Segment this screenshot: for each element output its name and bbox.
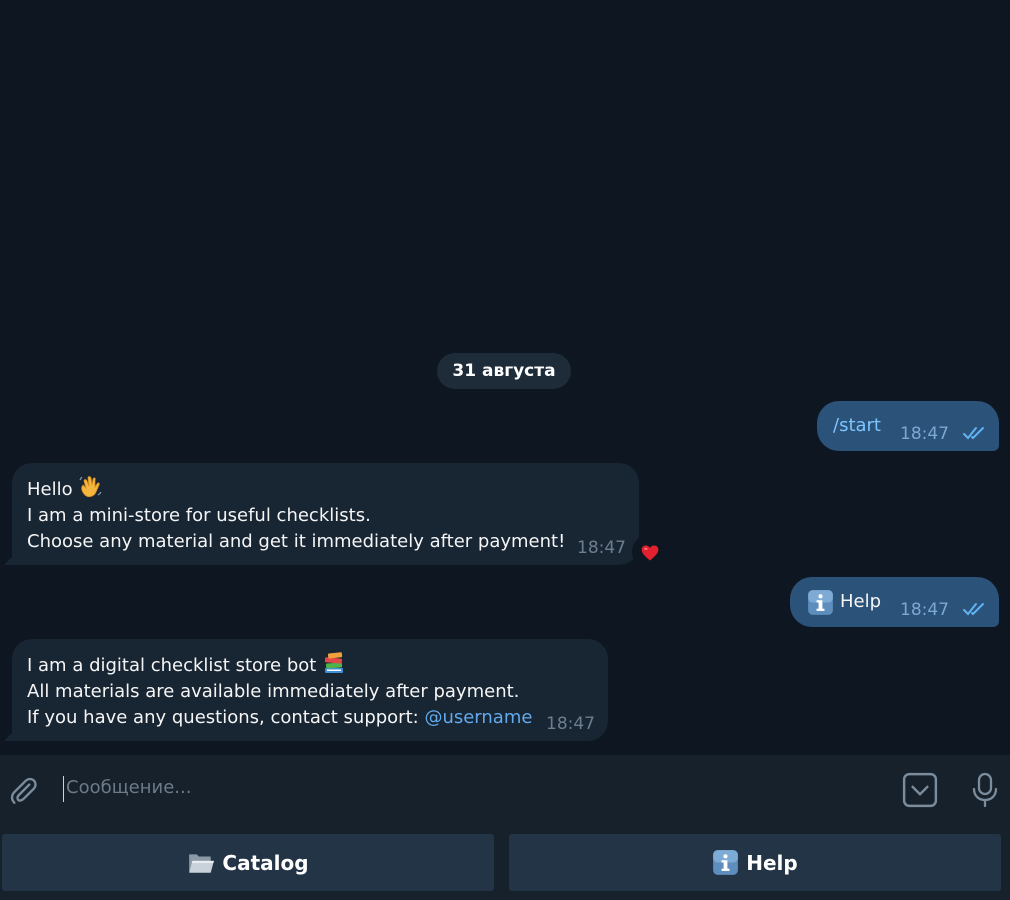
read-check-icon [963, 603, 984, 616]
support-username-link[interactable]: @username [424, 707, 532, 728]
message-outgoing-help[interactable]: Help 18:47 [790, 577, 999, 627]
message-line: Choose any material and get it immediate… [27, 531, 566, 552]
message-text: I am a digital checklist store bot [27, 655, 317, 676]
message-time: 18:47 [577, 538, 626, 558]
message-text: Hello [27, 479, 73, 500]
message-line: I am a mini-store for useful checklists. [27, 505, 371, 526]
message-text: If you have any questions, contact suppo… [27, 707, 425, 728]
message-input[interactable]: Сообщение... [66, 777, 191, 798]
info-emoji [713, 850, 739, 875]
date-separator: 31 августа [437, 353, 571, 389]
keyboard-toggle-icon[interactable] [902, 772, 938, 808]
catalog-button[interactable]: Catalog [2, 834, 494, 891]
message-composer: Сообщение... [0, 755, 1010, 825]
text-caret [63, 776, 64, 802]
message-text[interactable]: /start [833, 413, 881, 439]
message-incoming-about[interactable]: I am a digital checklist store bot All m… [12, 639, 608, 741]
message-text: Help [840, 591, 882, 612]
message-line: Hello [27, 475, 565, 503]
microphone-icon[interactable] [970, 772, 1000, 808]
catalog-button-label: Catalog [222, 850, 309, 875]
message-line: If you have any questions, contact suppo… [27, 705, 532, 731]
books-emoji [324, 652, 344, 673]
paperclip-icon[interactable] [8, 775, 40, 807]
message-line: All materials are available immediately … [27, 681, 520, 702]
waving-hand-emoji [79, 476, 102, 498]
message-time: 18:47 [900, 600, 949, 620]
read-check-icon [963, 427, 984, 440]
message-time: 18:47 [546, 714, 595, 734]
red-heart-emoji [641, 545, 659, 561]
chat-area: 31 августа /start 18:47 Hello I am a min… [0, 0, 1010, 755]
message-line: I am a digital checklist store bot [27, 651, 532, 679]
message-time: 18:47 [900, 424, 949, 444]
reply-keyboard: Catalog Help [0, 825, 1010, 900]
bubble-tail [4, 729, 16, 741]
message-outgoing-start[interactable]: /start 18:47 [817, 401, 999, 451]
reaction-badge[interactable] [632, 534, 668, 570]
help-button[interactable]: Help [509, 834, 1001, 891]
help-button-label: Help [746, 850, 798, 875]
open-folder-emoji [189, 853, 215, 873]
info-emoji [808, 590, 833, 615]
message-incoming-welcome[interactable]: Hello I am a mini-store for useful check… [12, 463, 639, 565]
bubble-tail [4, 553, 16, 565]
